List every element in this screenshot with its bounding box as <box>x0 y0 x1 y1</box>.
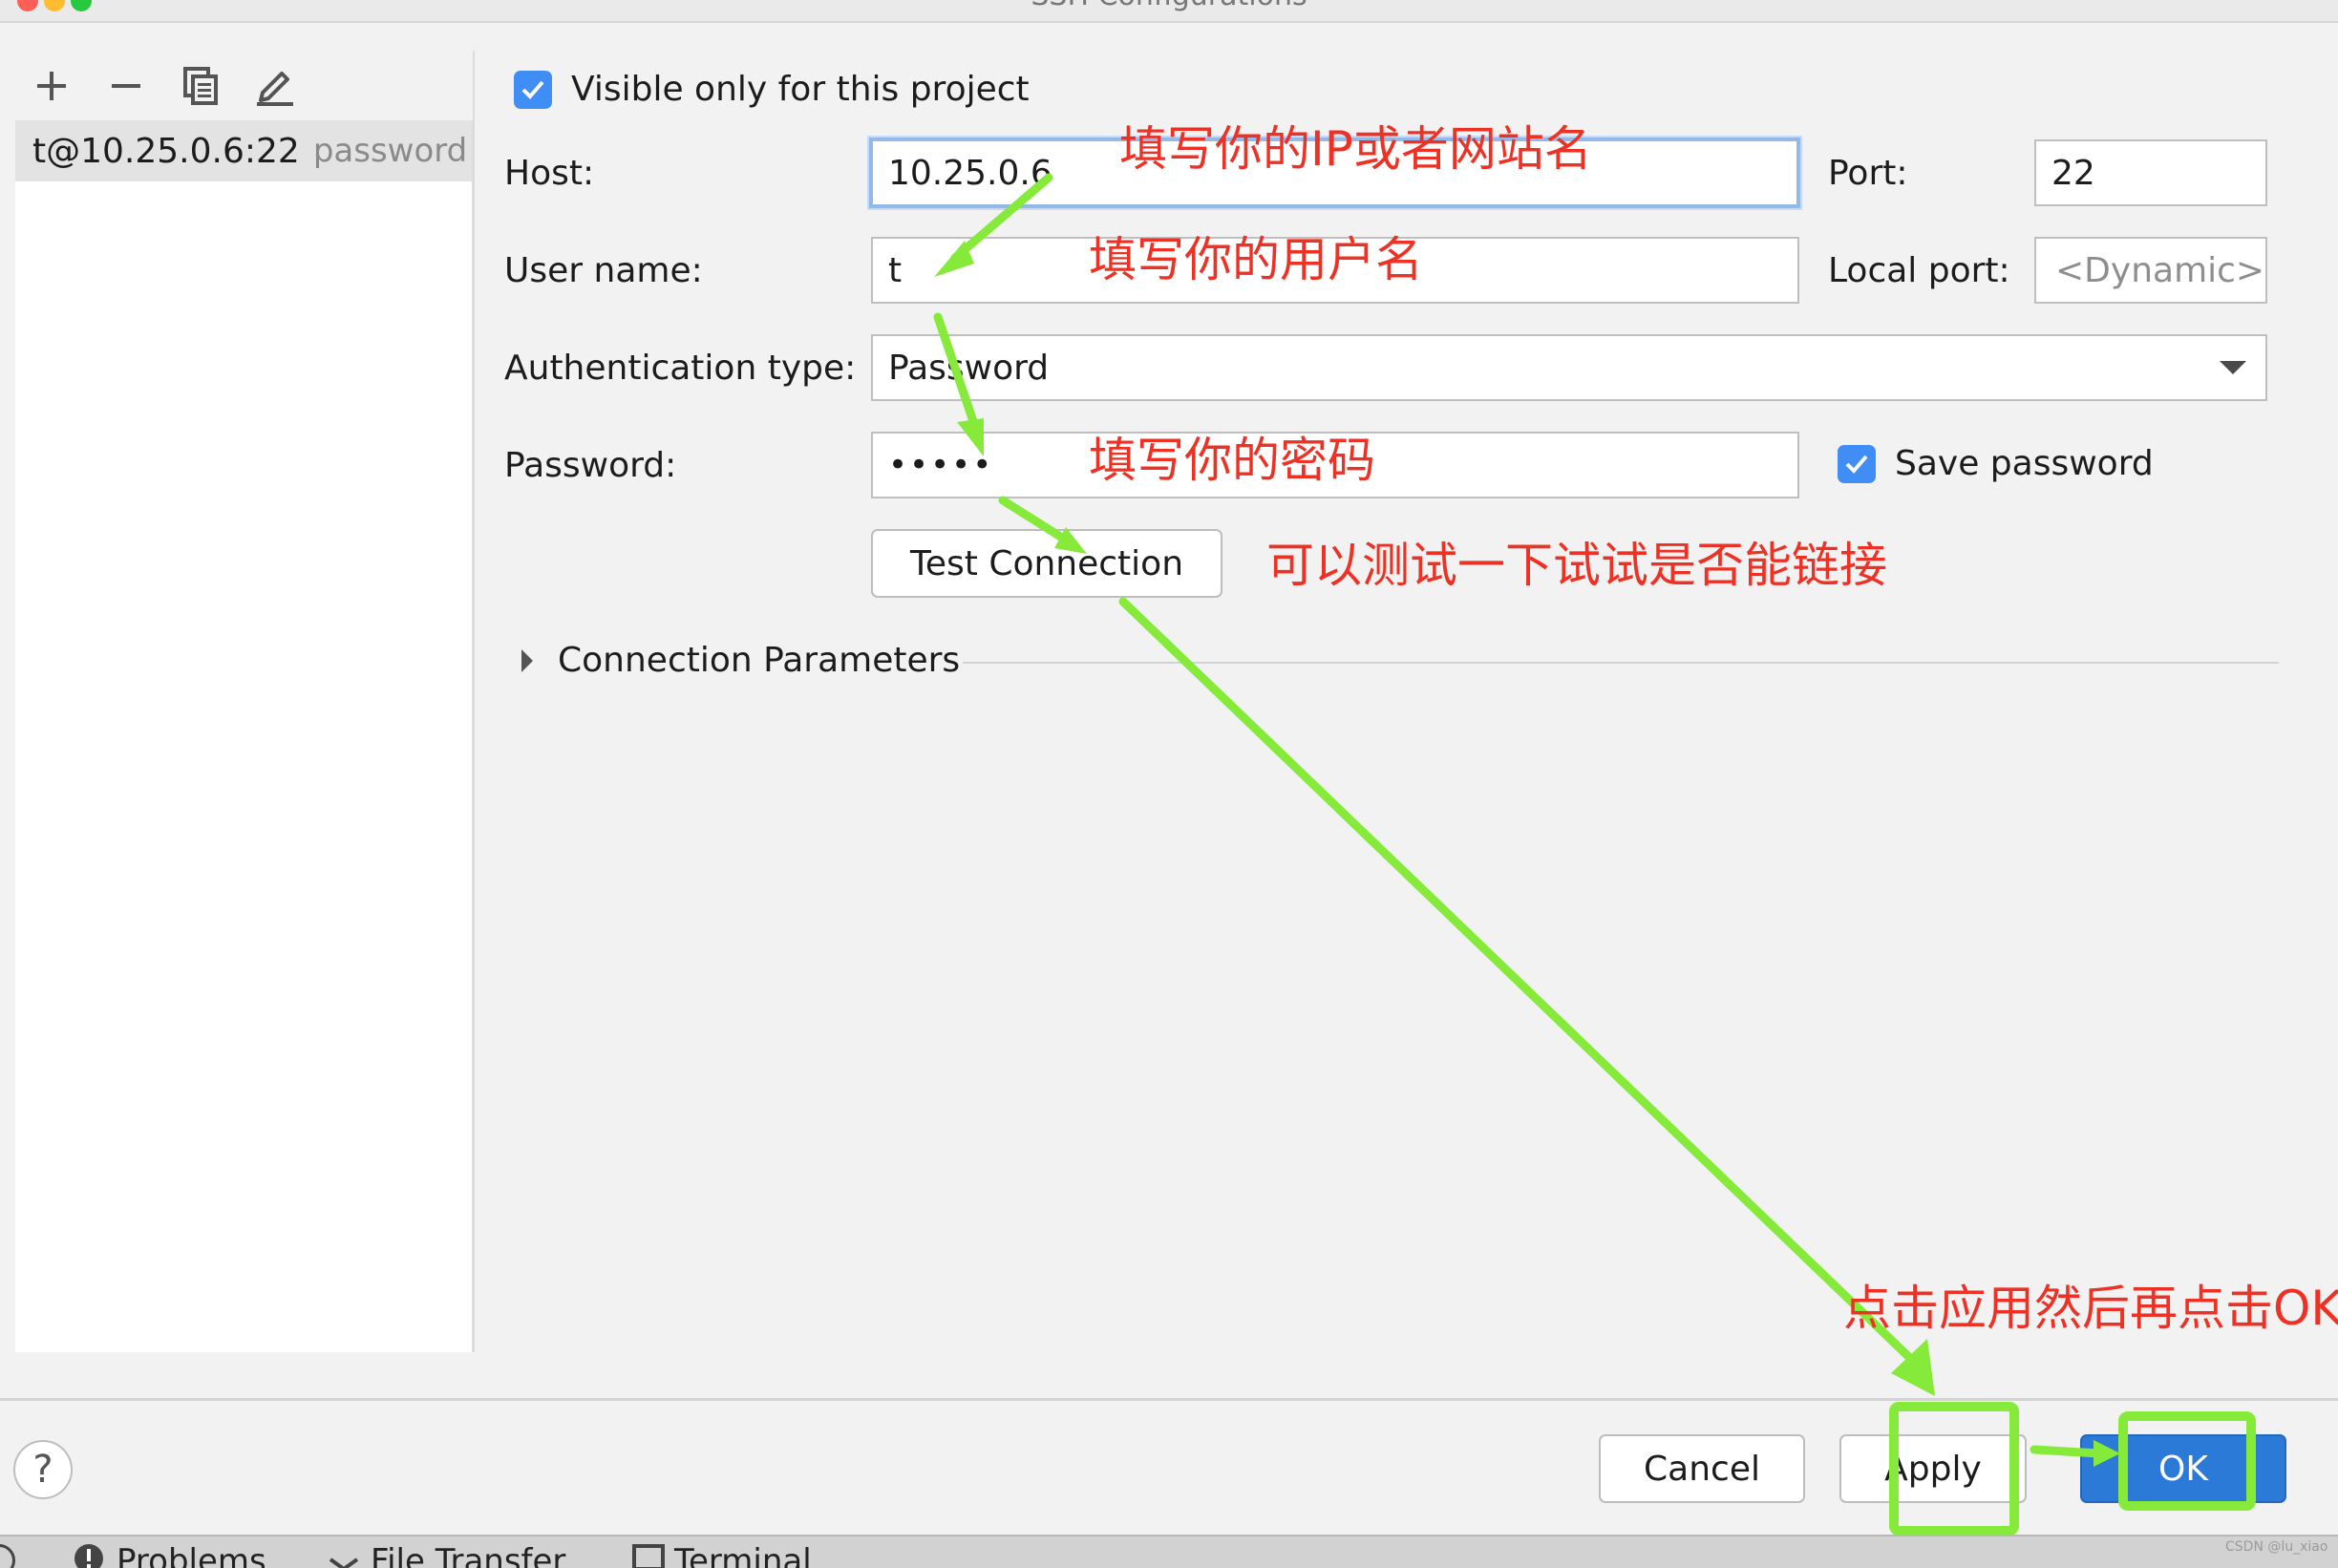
remove-connection-button[interactable] <box>99 59 153 113</box>
host-label: Host: <box>504 154 595 193</box>
status-bar: Problems File Transfer Terminal <box>0 1535 2338 1568</box>
window-title-bar: SSH Configurations <box>0 0 2338 23</box>
test-connection-annotation: 可以测试一下试试是否能链接 <box>1266 538 1887 593</box>
local-port-label: Local port: <box>1828 251 2010 290</box>
save-password-checkbox[interactable] <box>1838 445 1876 483</box>
help-button[interactable]: ? <box>13 1440 73 1499</box>
connection-name: t@10.25.0.6:22 <box>32 131 300 171</box>
visible-only-checkbox[interactable] <box>514 71 552 109</box>
host-value: 10.25.0.6 <box>888 153 1052 193</box>
apply-annotation: 点击应用然后再点击OK <box>1843 1281 2338 1336</box>
save-password-label: Save password <box>1895 444 2154 483</box>
problems-tab[interactable]: Problems <box>117 1536 266 1568</box>
warning-icon <box>74 1544 103 1568</box>
circle-icon <box>0 1544 15 1568</box>
port-value: 22 <box>2051 153 2095 193</box>
username-label: User name: <box>504 251 703 290</box>
local-port-input[interactable]: <Dynamic> <box>2034 237 2267 304</box>
watermark: CSDN @lu_xiao <box>2225 1539 2328 1555</box>
apply-highlight-box <box>1889 1402 2019 1536</box>
local-port-placeholder: <Dynamic> <box>2055 250 2265 290</box>
username-value: t <box>888 250 903 290</box>
arrow-test-to-apply <box>1118 597 1921 1368</box>
footer-divider <box>0 1398 2338 1401</box>
dropdown-arrow-icon <box>2220 361 2246 374</box>
password-value: ••••• <box>888 446 994 484</box>
check-icon <box>521 80 544 99</box>
test-connection-button[interactable]: Test Connection <box>871 529 1222 598</box>
auth-type-select[interactable]: Password <box>871 334 2267 401</box>
password-label: Password: <box>504 446 677 485</box>
cancel-button[interactable]: Cancel <box>1599 1434 1805 1503</box>
edit-connection-button[interactable] <box>248 59 302 113</box>
copy-connection-button[interactable] <box>174 59 227 113</box>
host-annotation: 填写你的IP或者网站名 <box>1119 121 1592 177</box>
add-connection-button[interactable] <box>25 59 78 113</box>
terminal-icon <box>632 1544 665 1568</box>
username-annotation: 填写你的用户名 <box>1089 232 1423 287</box>
visible-only-label: Visible only for this project <box>571 70 1030 109</box>
password-annotation: 填写你的密码 <box>1089 433 1375 488</box>
port-input[interactable]: 22 <box>2034 139 2267 206</box>
connection-auth-type: password <box>312 132 468 170</box>
file-transfer-tab[interactable]: File Transfer <box>371 1536 565 1568</box>
pencil-icon <box>257 72 293 106</box>
expand-triangle-icon[interactable] <box>520 647 535 674</box>
panel-divider <box>473 52 475 1352</box>
ok-highlight-box <box>2118 1411 2256 1511</box>
window-title: SSH Configurations <box>0 0 2338 12</box>
auth-type-label: Authentication type: <box>504 349 857 388</box>
port-label: Port: <box>1828 154 1908 193</box>
connection-list-item[interactable]: t@10.25.0.6:22 password <box>15 120 472 181</box>
copy-icon <box>183 67 218 105</box>
terminal-tab[interactable]: Terminal <box>674 1536 812 1568</box>
plus-icon <box>37 72 66 100</box>
file-transfer-icon <box>329 1557 359 1568</box>
connection-list[interactable]: t@10.25.0.6:22 password <box>15 120 474 1352</box>
auth-type-value: Password <box>888 348 1050 388</box>
section-divider <box>963 662 2279 664</box>
minus-icon <box>112 84 140 88</box>
connection-parameters-toggle[interactable]: Connection Parameters <box>558 640 960 682</box>
check-icon <box>1845 455 1868 474</box>
